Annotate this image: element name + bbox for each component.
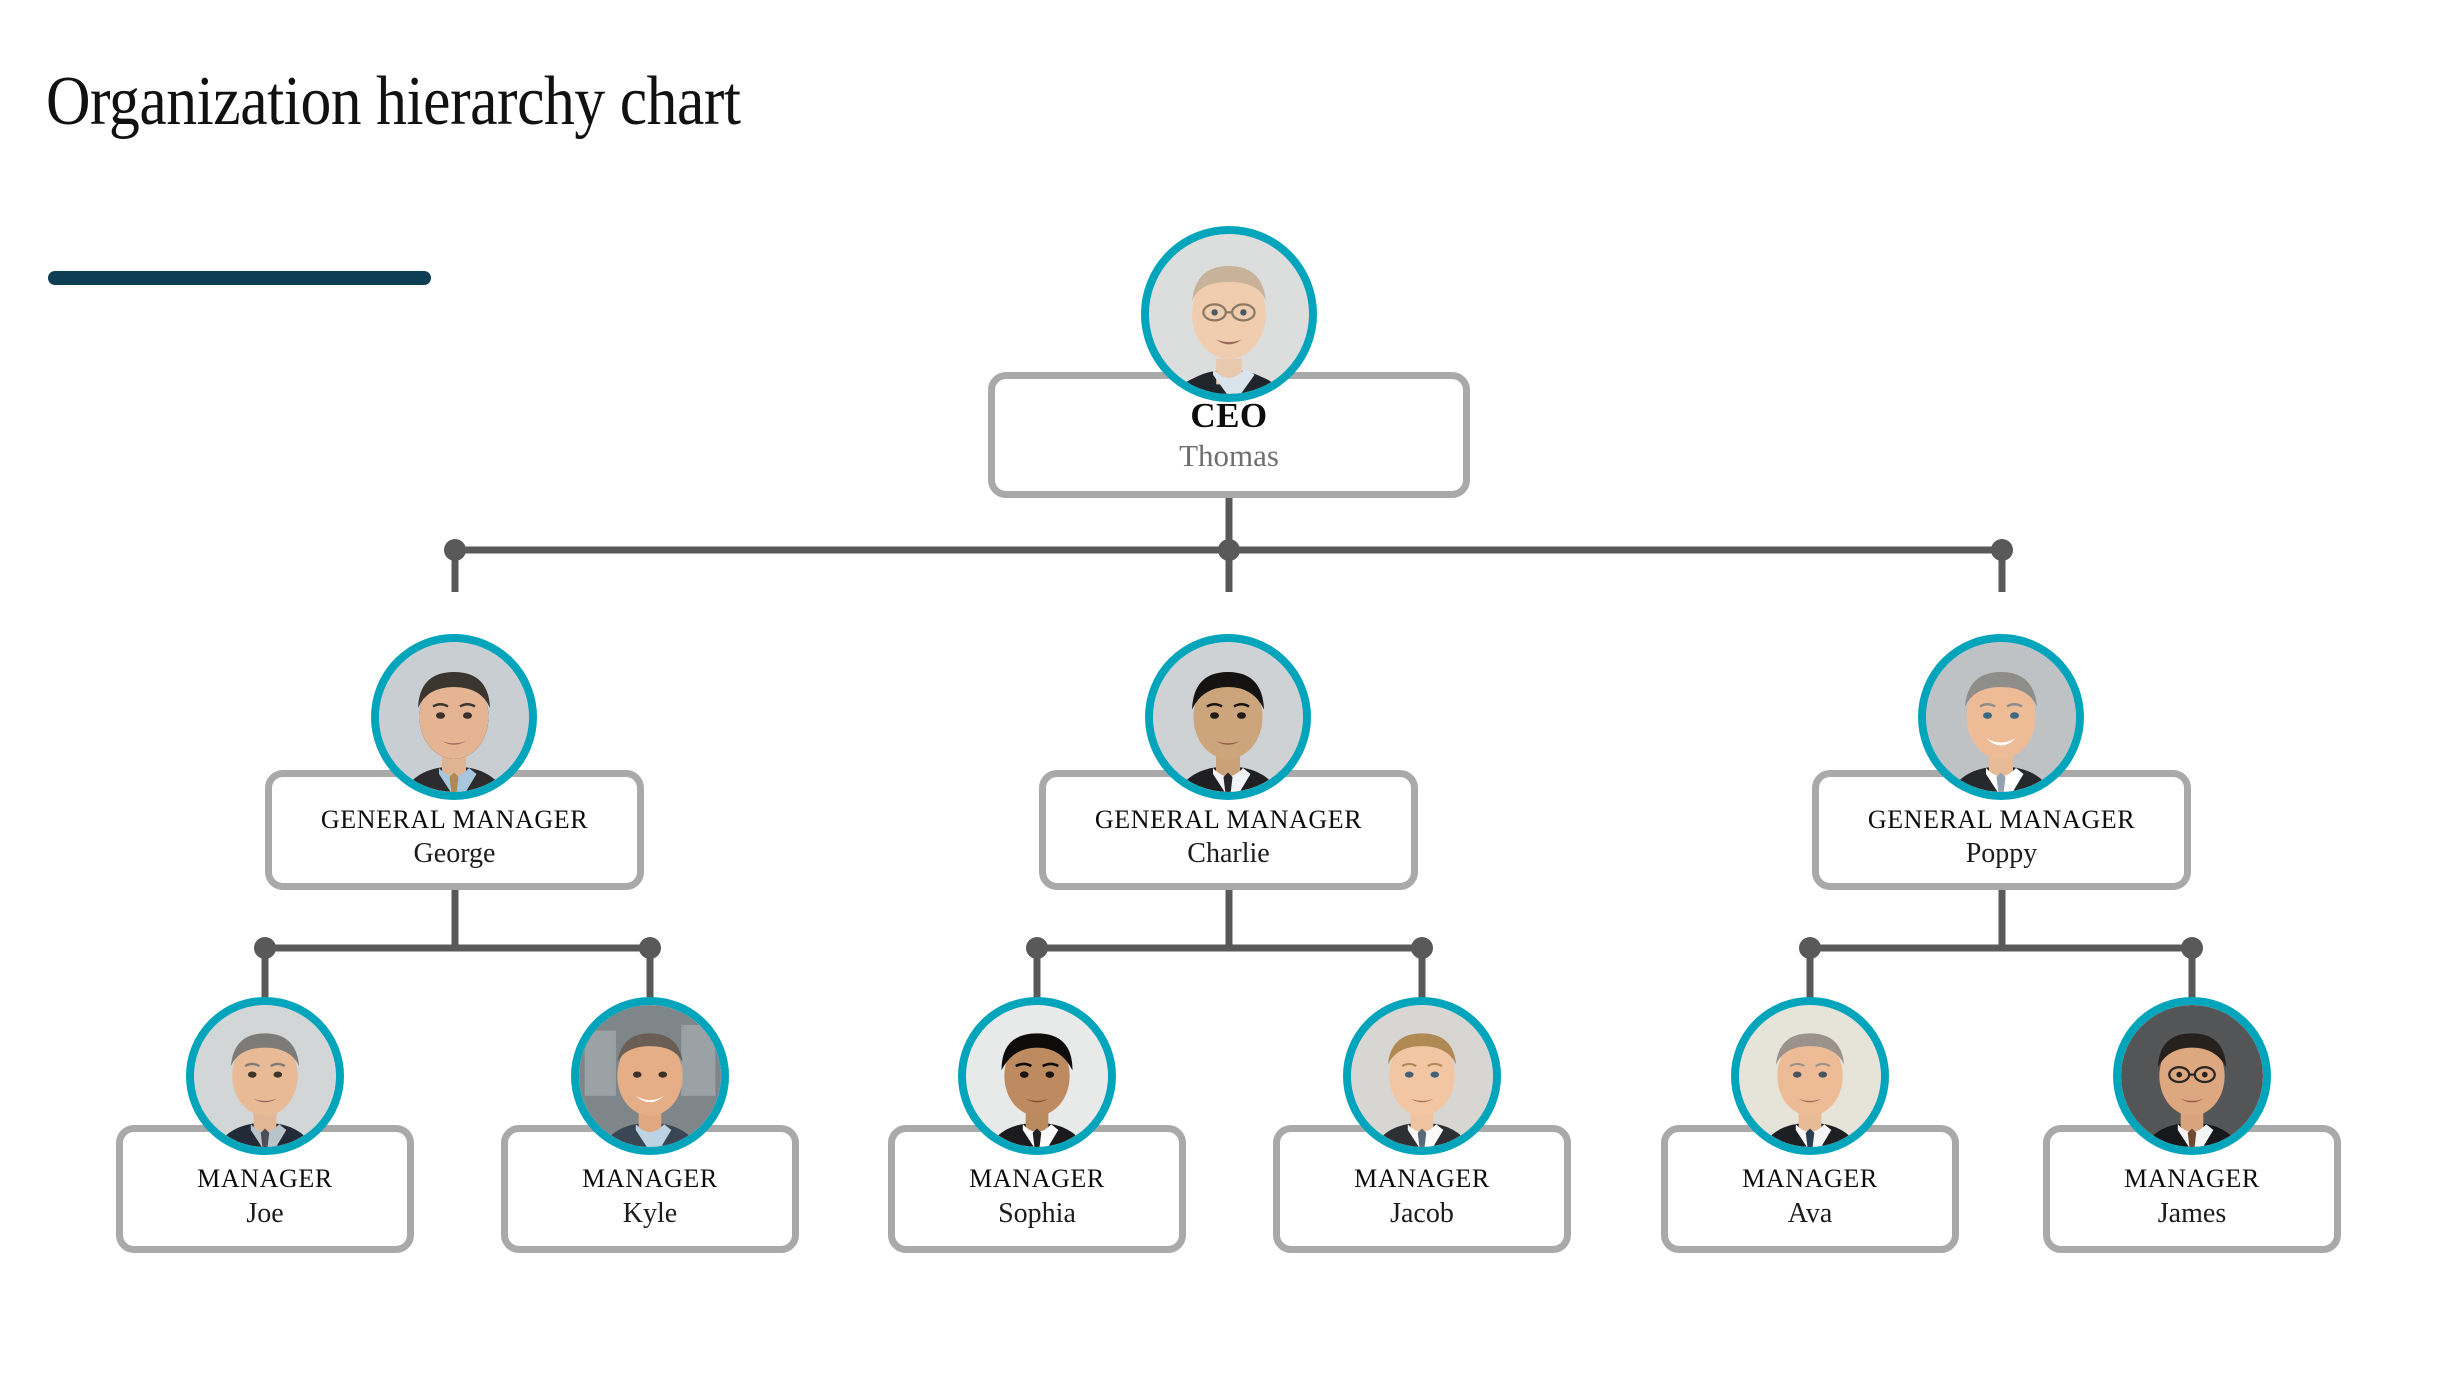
portrait-thomas[interactable] xyxy=(1141,226,1317,402)
node-name-label: Joe xyxy=(246,1197,284,1229)
avatar-photo xyxy=(1153,642,1303,792)
node-name-label: Thomas xyxy=(1179,438,1279,474)
portrait-ava[interactable] xyxy=(1731,997,1889,1155)
avatar-photo xyxy=(194,1005,336,1147)
portrait-charlie[interactable] xyxy=(1145,634,1311,800)
org-chart-slide: Organization hierarchy chart CEO Thomas … xyxy=(0,0,2458,1380)
page-title: Organization hierarchy chart xyxy=(46,63,741,140)
avatar-photo xyxy=(966,1005,1108,1147)
portrait-jacob[interactable] xyxy=(1343,997,1501,1155)
node-text: MANAGER Jacob xyxy=(1280,1163,1564,1230)
node-text: MANAGER Kyle xyxy=(508,1163,792,1230)
avatar-photo xyxy=(379,642,529,792)
node-role-label: GENERAL MANAGER xyxy=(320,804,589,834)
portrait-sophia[interactable] xyxy=(958,997,1116,1155)
node-role-label: MANAGER xyxy=(1742,1163,1878,1193)
portrait-poppy[interactable] xyxy=(1918,634,2084,800)
node-role-label: MANAGER xyxy=(969,1163,1105,1193)
node-role-label: MANAGER xyxy=(2124,1163,2260,1193)
avatar-photo xyxy=(1351,1005,1493,1147)
portrait-kyle[interactable] xyxy=(571,997,729,1155)
node-text: MANAGER Ava xyxy=(1668,1163,1952,1230)
node-name-label: Ava xyxy=(1787,1197,1833,1229)
node-name-label: Poppy xyxy=(1965,837,2038,869)
portrait-george[interactable] xyxy=(371,634,537,800)
node-name-label: Charlie xyxy=(1187,837,1270,869)
avatar-photo xyxy=(1926,642,2076,792)
node-text: MANAGER James xyxy=(2050,1163,2334,1230)
node-text: MANAGER Joe xyxy=(123,1163,407,1230)
avatar-photo xyxy=(2121,1005,2263,1147)
node-text: GENERAL MANAGER George xyxy=(272,804,637,870)
node-name-label: Jacob xyxy=(1390,1197,1454,1229)
node-text: GENERAL MANAGER Poppy xyxy=(1819,804,2184,870)
node-text: GENERAL MANAGER Charlie xyxy=(1046,804,1411,870)
avatar-photo xyxy=(1739,1005,1881,1147)
node-role-label: MANAGER xyxy=(197,1163,333,1193)
node-role-label: GENERAL MANAGER xyxy=(1094,804,1363,834)
node-role-label: MANAGER xyxy=(1354,1163,1490,1193)
avatar-photo xyxy=(1149,234,1309,394)
node-role-label: MANAGER xyxy=(582,1163,718,1193)
node-name-label: Sophia xyxy=(998,1197,1076,1229)
node-name-label: George xyxy=(413,837,496,869)
node-role-label: GENERAL MANAGER xyxy=(1867,804,2136,834)
avatar-photo xyxy=(579,1005,721,1147)
portrait-james[interactable] xyxy=(2113,997,2271,1155)
node-role-label: CEO xyxy=(1190,395,1268,435)
node-name-label: James xyxy=(2157,1197,2227,1229)
portrait-joe[interactable] xyxy=(186,997,344,1155)
node-name-label: Kyle xyxy=(622,1197,678,1229)
node-text: CEO Thomas xyxy=(995,395,1463,475)
title-underline-rule xyxy=(48,271,431,285)
node-text: MANAGER Sophia xyxy=(895,1163,1179,1230)
